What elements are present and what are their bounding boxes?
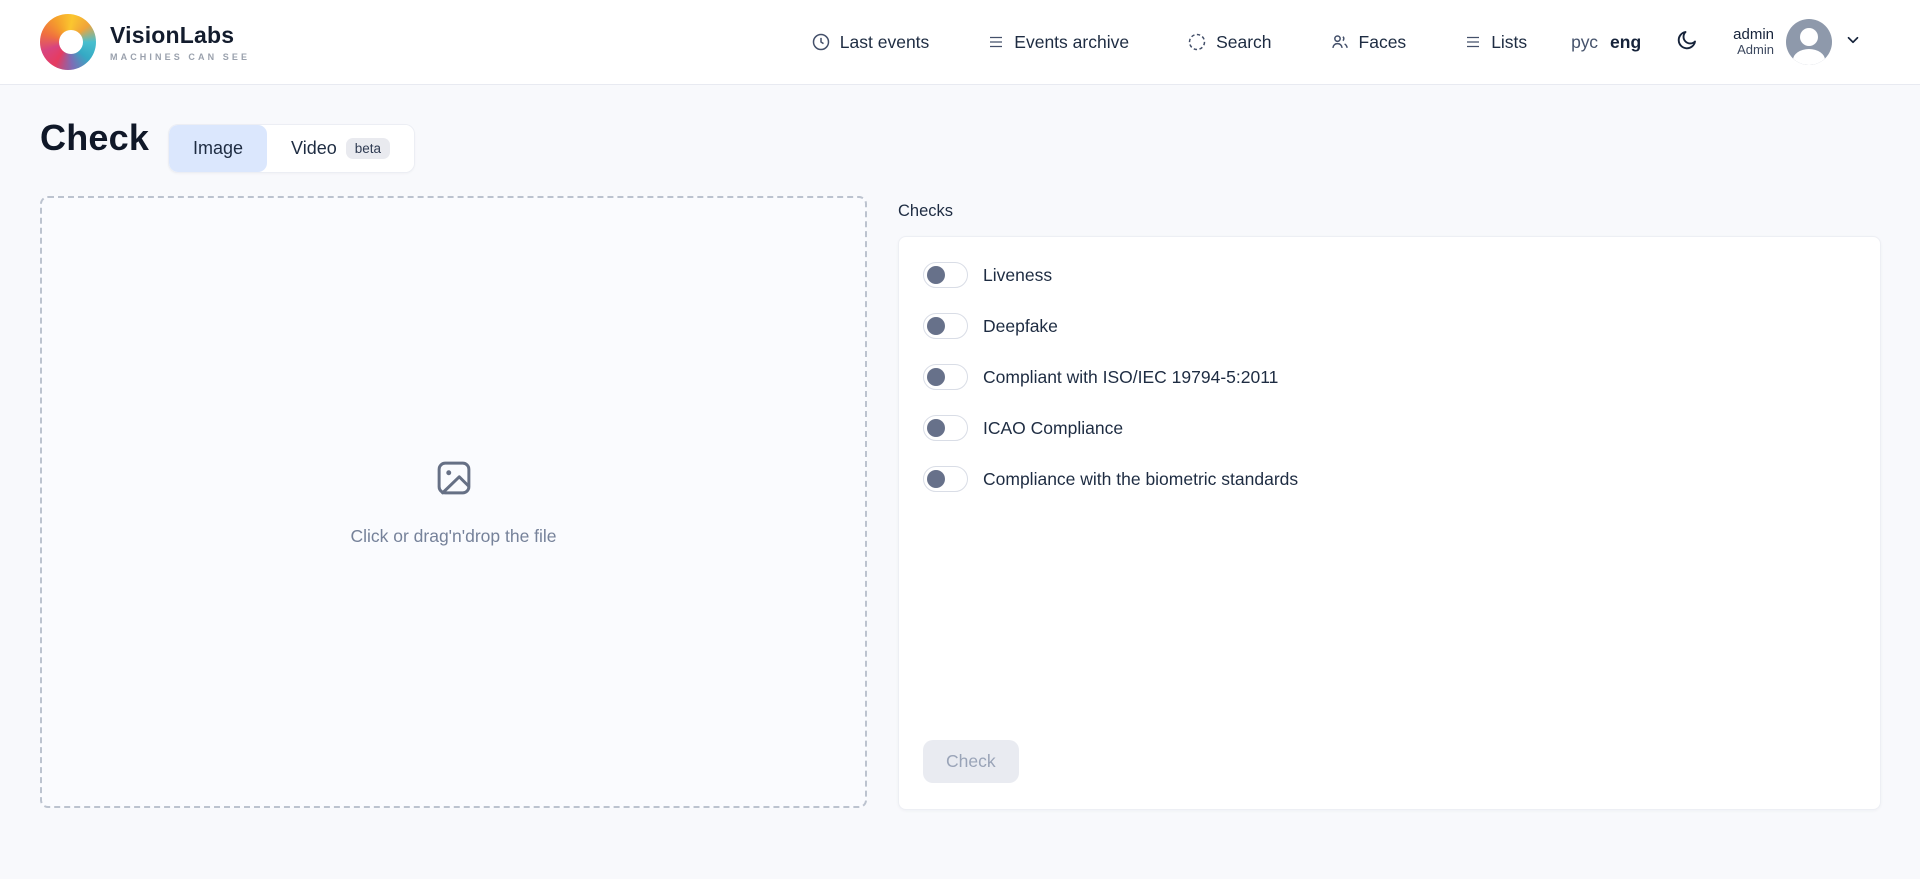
liveness-toggle[interactable]	[923, 262, 968, 288]
lang-rus[interactable]: рус	[1571, 32, 1598, 53]
file-dropzone[interactable]: Click or drag'n'drop the file	[40, 196, 867, 808]
toggle-row-deepfake: Deepfake	[923, 313, 1856, 339]
toggle-label: Compliant with ISO/IEC 19794-5:2011	[983, 367, 1278, 388]
brand-name: VisionLabs	[110, 22, 250, 49]
iso-compliance-toggle[interactable]	[923, 364, 968, 390]
clock-icon	[811, 32, 831, 52]
tab-video[interactable]: Video beta	[267, 125, 414, 172]
user-role: Admin	[1737, 43, 1774, 58]
beta-badge: beta	[346, 138, 390, 160]
avatar[interactable]	[1786, 19, 1832, 65]
list-icon	[1464, 33, 1482, 51]
nav-item-label: Last events	[840, 32, 930, 53]
page-title: Check	[40, 117, 149, 159]
toggle-label: ICAO Compliance	[983, 418, 1123, 439]
page: VisionLabs MACHINES CAN SEE Last events	[0, 0, 1920, 879]
toggle-label: Liveness	[983, 265, 1052, 286]
top-navbar: VisionLabs MACHINES CAN SEE Last events	[0, 0, 1920, 85]
visionlabs-logo-icon	[40, 14, 96, 70]
checks-section-label: Checks	[898, 202, 953, 221]
chevron-down-icon[interactable]	[1844, 31, 1862, 54]
deepfake-toggle[interactable]	[923, 313, 968, 339]
list-icon	[987, 33, 1005, 51]
nav-item-search[interactable]: Search	[1187, 32, 1271, 53]
checks-panel: Liveness Deepfake Compliant with ISO/IEC…	[898, 236, 1881, 810]
user-name: admin	[1733, 26, 1774, 43]
toggle-label: Compliance with the biometric standards	[983, 469, 1298, 490]
toggle-label: Deepfake	[983, 316, 1058, 337]
brand-logo[interactable]: VisionLabs MACHINES CAN SEE	[40, 14, 250, 70]
icao-compliance-toggle[interactable]	[923, 415, 968, 441]
dropzone-text: Click or drag'n'drop the file	[350, 526, 556, 547]
brand-tagline: MACHINES CAN SEE	[110, 52, 250, 62]
tab-image[interactable]: Image	[169, 125, 267, 172]
nav-item-label: Faces	[1359, 32, 1407, 53]
nav-item-label: Search	[1216, 32, 1271, 53]
nav-item-label: Lists	[1491, 32, 1527, 53]
nav-item-events-archive[interactable]: Events archive	[987, 32, 1129, 53]
check-submit-button[interactable]: Check	[923, 740, 1019, 783]
image-placeholder-icon	[433, 457, 475, 504]
nav-item-last-events[interactable]: Last events	[811, 32, 930, 53]
people-icon	[1330, 32, 1350, 52]
dashed-circle-icon	[1187, 32, 1207, 52]
toggle-row-liveness: Liveness	[923, 262, 1856, 288]
main-nav: Last events Events archive Search	[811, 32, 1527, 53]
nav-item-lists[interactable]: Lists	[1464, 32, 1527, 53]
biometric-standards-toggle[interactable]	[923, 466, 968, 492]
toggle-row-biometric-standards: Compliance with the biometric standards	[923, 466, 1856, 492]
media-tab-group: Image Video beta	[168, 124, 415, 173]
nav-item-label: Events archive	[1014, 32, 1129, 53]
toggle-row-icao-compliance: ICAO Compliance	[923, 415, 1856, 441]
moon-icon	[1675, 28, 1699, 57]
lang-eng[interactable]: eng	[1610, 32, 1641, 53]
language-switcher: рус eng	[1571, 32, 1641, 53]
nav-item-faces[interactable]: Faces	[1330, 32, 1407, 53]
dark-mode-toggle[interactable]	[1675, 28, 1699, 57]
user-menu[interactable]: admin Admin	[1733, 19, 1862, 65]
toggle-row-iso-compliance: Compliant with ISO/IEC 19794-5:2011	[923, 364, 1856, 390]
